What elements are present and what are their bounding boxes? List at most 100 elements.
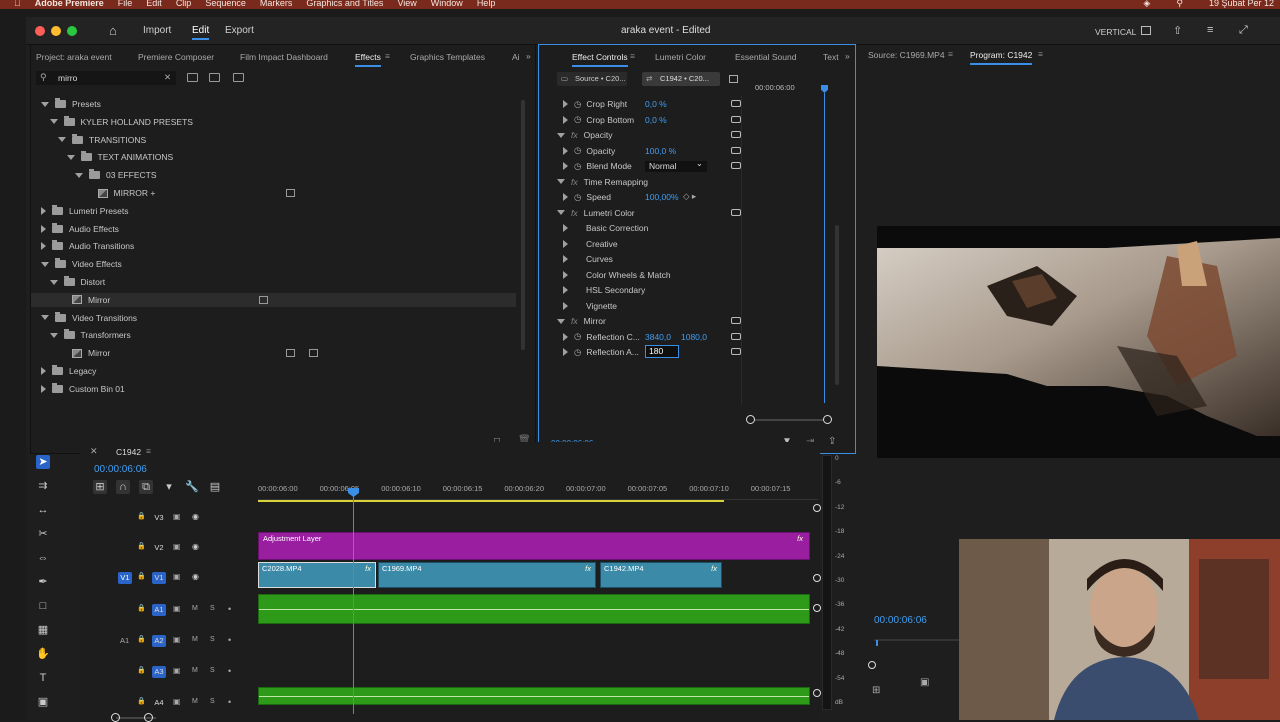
effect-control-value[interactable]: 100,00% — [645, 192, 679, 202]
microphone-icon[interactable]: • — [228, 666, 231, 676]
tab-program-monitor[interactable]: Program: C1942 — [970, 50, 1033, 65]
effect-control-value[interactable]: 180 — [645, 345, 679, 358]
effects-tree-item[interactable]: Mirror — [58, 346, 521, 360]
reset-parameter-icon[interactable] — [731, 115, 741, 123]
effect-control-row[interactable]: ◷ Reflection A... 180 — [539, 345, 741, 359]
track-target[interactable]: V3 — [152, 512, 166, 524]
chevron-right-icon[interactable] — [41, 242, 46, 251]
toggle-sync-icon[interactable]: ▣ — [173, 604, 181, 613]
menu-view[interactable]: View — [397, 0, 416, 8]
menu-window[interactable]: Window — [431, 0, 463, 8]
effects-tree-item[interactable]: Transformers — [49, 328, 522, 342]
effects-tree-item[interactable]: Audio Transitions — [41, 239, 521, 253]
track-header-v3[interactable]: 🔒 V3 ▣ ◉ — [80, 512, 255, 526]
track-target[interactable]: V2 — [152, 542, 166, 554]
ripple-edit-tool-icon[interactable]: ↔ — [36, 503, 50, 517]
chevron-right-icon[interactable] — [563, 348, 568, 356]
program-playhead[interactable] — [876, 640, 878, 646]
eye-icon[interactable]: ◉ — [192, 542, 199, 551]
reset-parameter-icon[interactable] — [731, 208, 741, 216]
effect-control-row[interactable]: Basic Correction — [539, 221, 741, 235]
tab-effect-controls[interactable]: Effect Controls — [572, 52, 628, 67]
effect-control-row[interactable]: ◷ Reflection C... 3840,0 1080,0 — [539, 330, 741, 344]
reset-parameter-icon[interactable] — [731, 348, 741, 355]
adjustment-layer-clip[interactable]: Adjustment Layer fx — [258, 532, 810, 560]
chevron-right-icon[interactable] — [41, 384, 46, 393]
chevron-down-icon[interactable] — [557, 318, 565, 324]
playhead-marker[interactable] — [821, 85, 828, 93]
panel-icon[interactable] — [1141, 26, 1151, 35]
effect-control-row[interactable]: Curves — [539, 252, 741, 266]
chevron-down-icon[interactable] — [75, 172, 83, 178]
clear-search-icon[interactable]: ✕ — [164, 72, 171, 83]
app-menu[interactable]: Adobe Premiere — [35, 0, 104, 8]
program-zoom-handle[interactable] — [868, 661, 876, 669]
eye-icon[interactable]: ◉ — [192, 512, 199, 521]
chevron-down-icon[interactable] — [49, 279, 58, 285]
stopwatch-icon[interactable]: ◷ — [574, 145, 581, 156]
lock-icon[interactable]: 🔒 — [137, 512, 146, 520]
lock-icon[interactable]: 🔒 — [137, 604, 146, 612]
minimize-window-button[interactable] — [51, 26, 61, 36]
menu-help[interactable]: Help — [477, 0, 496, 8]
effects-tree-item[interactable]: Distort — [49, 275, 522, 289]
slip-tool-icon[interactable]: ⇔ — [36, 551, 50, 565]
chevron-right-icon[interactable] — [563, 270, 568, 279]
reset-parameter-icon[interactable] — [731, 332, 741, 340]
chevron-down-icon[interactable] — [557, 210, 565, 215]
track-scroll-handle[interactable] — [813, 604, 821, 612]
close-sequence-icon[interactable]: ✕ — [90, 446, 98, 457]
timeline-timecode[interactable]: 00:00:06:06 — [94, 464, 147, 475]
effects-tree-item[interactable]: Presets — [41, 97, 521, 111]
tree-scrollbar[interactable] — [521, 100, 525, 350]
effect-control-value[interactable]: 0,0 % — [645, 99, 667, 109]
effect-control-row[interactable]: ◷ Crop Right 0,0 % — [539, 97, 741, 111]
search-field[interactable]: ⚲ mirro ✕ — [36, 71, 176, 85]
chevron-right-icon[interactable] — [41, 206, 46, 215]
video-clip[interactable]: C2028.MP4 fx — [258, 562, 376, 588]
menu-sequence[interactable]: Sequence — [205, 0, 246, 8]
track-header-a4[interactable]: 🔒 A4 ▣ M S • — [80, 697, 255, 711]
chevron-down-icon[interactable] — [49, 119, 58, 125]
effect-control-row[interactable]: ◷ Blend Mode Normal ⌄ — [539, 158, 741, 173]
lock-icon[interactable]: 🔒 — [137, 635, 146, 643]
captions-icon[interactable]: ▤ — [208, 480, 222, 494]
track-header-a2[interactable]: 🔒 A2 ▣ M S • A1 — [80, 635, 255, 649]
reset-parameter-icon[interactable] — [731, 100, 741, 107]
export-icon[interactable]: ⇪ — [828, 436, 836, 447]
stopwatch-icon[interactable]: ◷ — [574, 347, 581, 358]
mute-button[interactable]: M — [192, 636, 198, 643]
32bit-effects-icon[interactable] — [209, 73, 220, 82]
tab-menu-icon[interactable]: ≡ — [1038, 49, 1043, 59]
track-header-v1[interactable]: 🔒 V1 ▣ ◉ V1 — [80, 572, 255, 586]
tab-menu-icon[interactable]: ≡ — [948, 49, 953, 59]
tab-lumetri-color[interactable]: Lumetri Color — [655, 52, 706, 62]
effects-tree-item[interactable]: Video Effects — [41, 257, 521, 271]
chevron-down-icon[interactable] — [49, 332, 58, 338]
video-clip[interactable]: C1969.MP4 fx — [378, 562, 596, 588]
effect-control-row[interactable]: ◷ Speed 100,00% ◇ ▸ — [539, 190, 741, 204]
stopwatch-icon[interactable]: ◷ — [574, 114, 581, 125]
chevron-down-icon[interactable] — [41, 261, 49, 267]
program-scrubber[interactable] — [874, 639, 964, 641]
track-target[interactable]: V1 — [152, 572, 166, 584]
effect-control-value[interactable]: 0,0 % — [645, 115, 667, 125]
stopwatch-icon[interactable]: ◷ — [574, 331, 581, 342]
chevron-right-icon[interactable] — [563, 162, 568, 170]
track-header-a1[interactable]: 🔒 A1 ▣ M S • — [80, 604, 255, 618]
fx-icon[interactable]: fx — [571, 177, 578, 187]
more-tabs-icon[interactable]: » — [845, 51, 850, 61]
camera-icon[interactable]: ▣ — [920, 677, 929, 688]
chevron-right-icon[interactable] — [563, 286, 568, 294]
snap-icon[interactable]: ∩ — [116, 480, 130, 494]
chevron-right-icon[interactable] — [563, 224, 568, 232]
track-header-a3[interactable]: 🔒 A3 ▣ M S • — [80, 666, 255, 680]
chevron-down-icon[interactable] — [66, 154, 75, 160]
effects-tree-item[interactable]: 03 EFFECTS — [75, 168, 521, 182]
more-tabs-icon[interactable]: » — [526, 51, 531, 61]
close-window-button[interactable] — [35, 26, 45, 36]
tab-menu-icon[interactable]: ≡ — [146, 446, 151, 456]
toggle-sync-icon[interactable]: ▣ — [173, 635, 181, 644]
eye-icon[interactable]: ◉ — [192, 572, 199, 581]
lock-icon[interactable]: 🔒 — [137, 572, 146, 580]
